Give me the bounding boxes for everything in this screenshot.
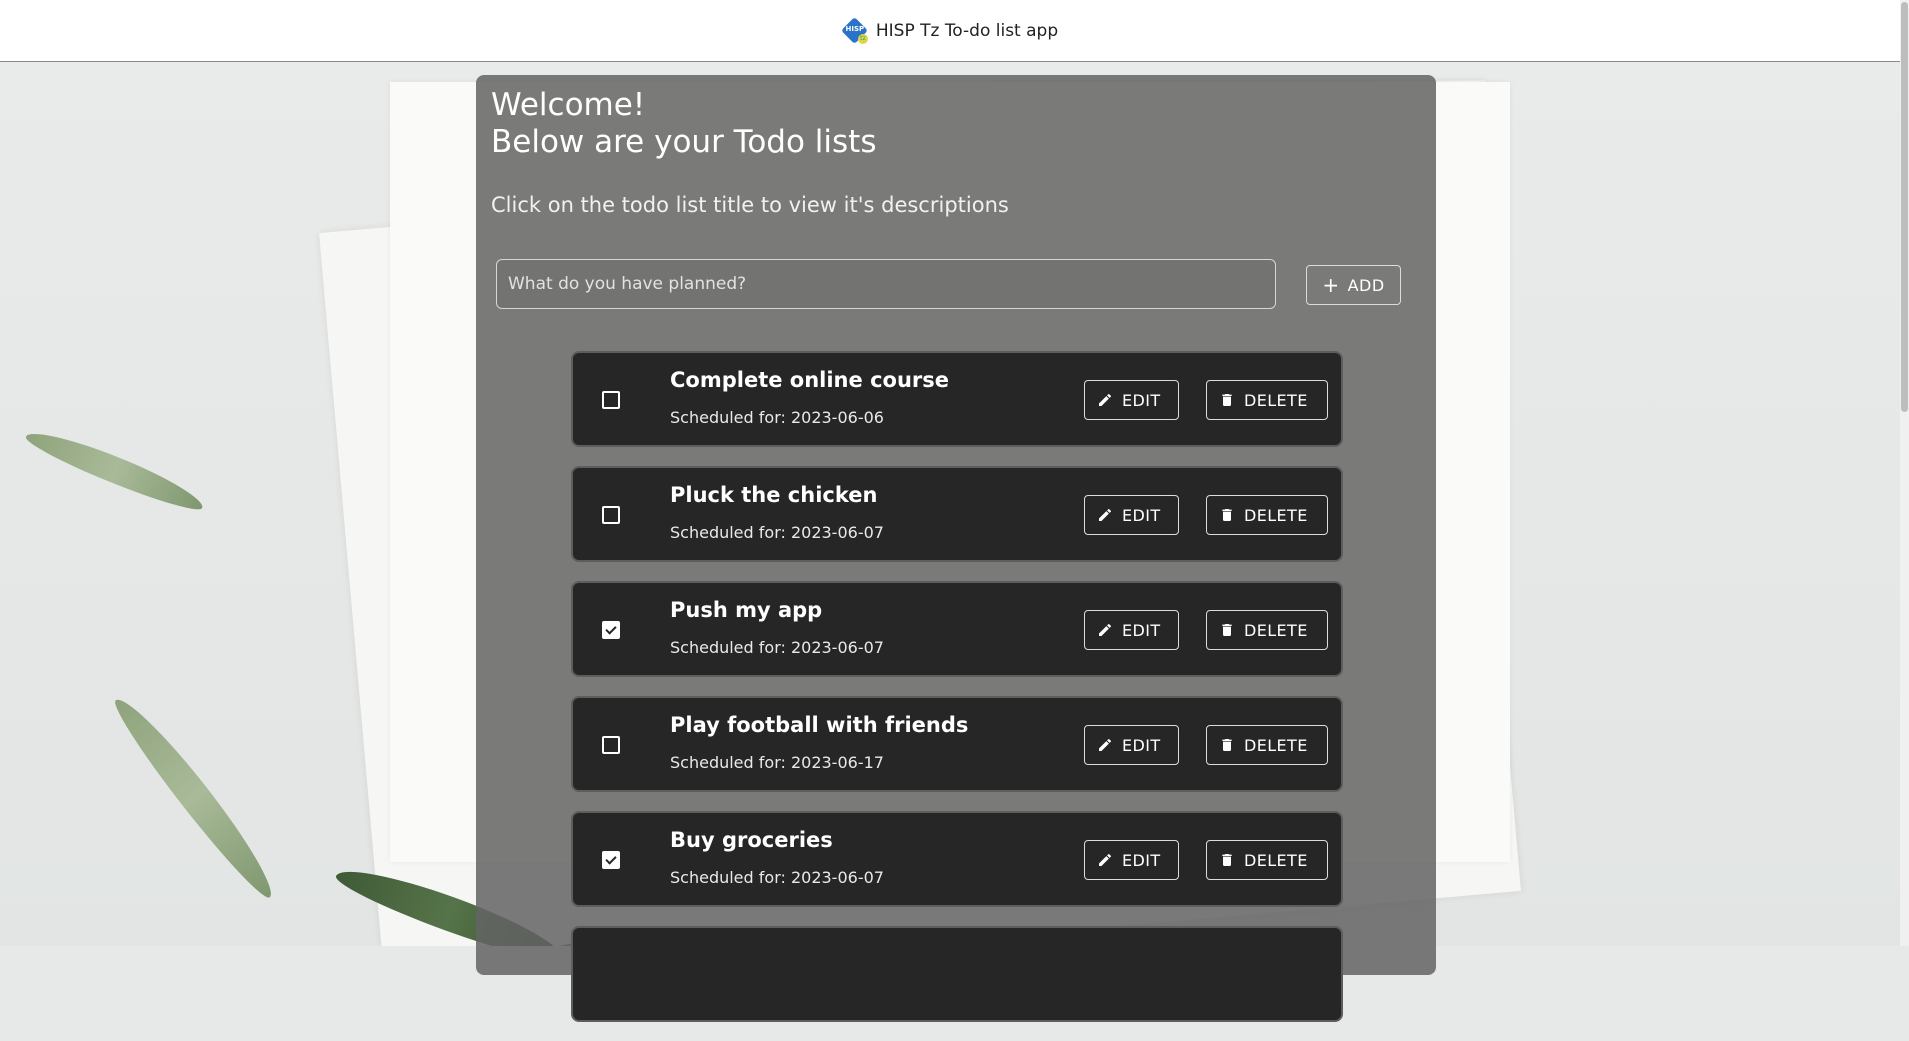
edit-button[interactable]: EDIT: [1084, 610, 1179, 650]
todo-scheduled-date: Scheduled for: 2023-06-07: [670, 638, 884, 657]
todo-scheduled-date: Scheduled for: 2023-06-17: [670, 753, 884, 772]
todo-scheduled-date: Scheduled for: 2023-06-06: [670, 408, 884, 427]
trash-icon: [1222, 739, 1232, 751]
edit-button[interactable]: EDIT: [1084, 495, 1179, 535]
delete-button-label: DELETE: [1244, 505, 1308, 525]
new-todo-input[interactable]: [496, 259, 1276, 309]
delete-button-label: DELETE: [1244, 620, 1308, 640]
todo-checkbox[interactable]: [602, 391, 620, 409]
scrollbar-thumb[interactable]: [1901, 2, 1908, 412]
delete-button-label: DELETE: [1244, 390, 1308, 410]
todo-item: Push my app Scheduled for: 2023-06-07 ED…: [571, 581, 1343, 677]
delete-button[interactable]: DELETE: [1206, 725, 1328, 765]
add-todo-button[interactable]: + ADD: [1306, 265, 1401, 305]
edit-button-label: EDIT: [1122, 505, 1161, 525]
pencil-icon: [1099, 853, 1112, 866]
todo-title[interactable]: Buy groceries: [670, 828, 833, 852]
delete-button-label: DELETE: [1244, 850, 1308, 870]
instruction-text: Click on the todo list title to view it'…: [491, 193, 1009, 217]
delete-button[interactable]: DELETE: [1206, 610, 1328, 650]
todo-title[interactable]: Push my app: [670, 598, 822, 622]
todo-title[interactable]: Complete online course: [670, 368, 949, 392]
todo-title[interactable]: Pluck the chicken: [670, 483, 877, 507]
leaf-decoration: [22, 422, 208, 518]
trash-icon: [1222, 624, 1232, 636]
todo-title[interactable]: Play football with friends: [670, 713, 968, 737]
add-button-label: ADD: [1347, 275, 1385, 295]
delete-button[interactable]: DELETE: [1206, 495, 1328, 535]
edit-button[interactable]: EDIT: [1084, 380, 1179, 420]
trash-icon: [1222, 854, 1232, 866]
todo-item: Pluck the chicken Scheduled for: 2023-06…: [571, 466, 1343, 562]
todo-item: Play football with friends Scheduled for…: [571, 696, 1343, 792]
todo-item: Buy groceries Scheduled for: 2023-06-07 …: [571, 811, 1343, 907]
edit-button[interactable]: EDIT: [1084, 725, 1179, 765]
todo-scheduled-date: Scheduled for: 2023-06-07: [670, 868, 884, 887]
plus-icon: +: [1322, 273, 1340, 297]
todo-checkbox[interactable]: [602, 851, 620, 869]
delete-button[interactable]: DELETE: [1206, 840, 1328, 880]
edit-button-label: EDIT: [1122, 620, 1161, 640]
app-title: HISP Tz To-do list app: [875, 20, 1059, 41]
edit-button-label: EDIT: [1122, 850, 1161, 870]
delete-button[interactable]: DELETE: [1206, 380, 1328, 420]
todo-panel: Welcome! Below are your Todo lists Click…: [476, 75, 1436, 1022]
todo-item: Complete online course Scheduled for: 20…: [571, 351, 1343, 447]
delete-button-label: DELETE: [1244, 735, 1308, 755]
todo-item: [571, 926, 1343, 1022]
pencil-icon: [1099, 508, 1112, 521]
page-scrollbar[interactable]: [1900, 0, 1909, 946]
trash-icon: [1222, 394, 1232, 406]
hisp-logo-icon: HISP tz: [840, 16, 868, 44]
edit-button[interactable]: EDIT: [1084, 840, 1179, 880]
leaf-decoration: [106, 689, 284, 905]
todo-scheduled-date: Scheduled for: 2023-06-07: [670, 523, 884, 542]
pencil-icon: [1099, 393, 1112, 406]
todo-checkbox[interactable]: [602, 621, 620, 639]
pencil-icon: [1099, 623, 1112, 636]
edit-button-label: EDIT: [1122, 735, 1161, 755]
todo-checkbox[interactable]: [602, 736, 620, 754]
welcome-heading: Welcome! Below are your Todo lists: [491, 87, 877, 160]
todo-checkbox[interactable]: [602, 506, 620, 524]
todo-list: Complete online course Scheduled for: 20…: [571, 351, 1343, 1041]
pencil-icon: [1099, 738, 1112, 751]
app-brand[interactable]: HISP tz HISP Tz To-do list app: [840, 16, 1059, 44]
trash-icon: [1222, 509, 1232, 521]
edit-button-label: EDIT: [1122, 390, 1161, 410]
top-header: HISP tz HISP Tz To-do list app: [0, 0, 1900, 62]
